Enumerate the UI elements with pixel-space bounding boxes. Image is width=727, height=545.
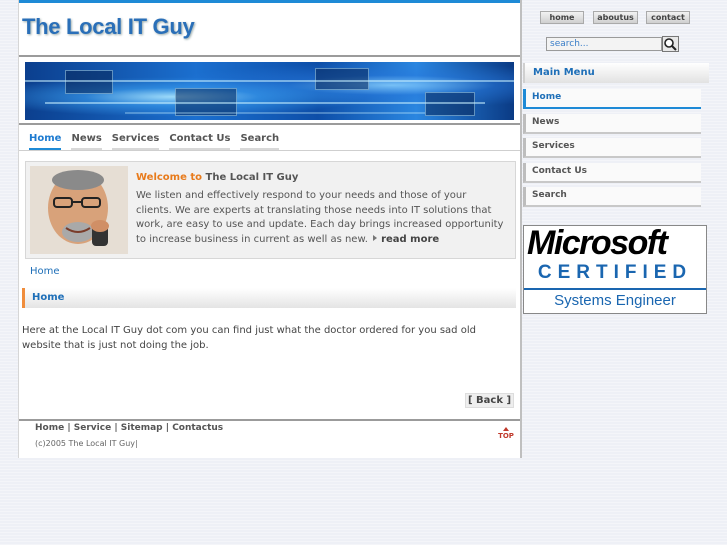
- top-link-home[interactable]: home: [540, 11, 584, 24]
- footer-separator: |: [111, 423, 121, 433]
- badge-systems-engineer: Systems Engineer: [554, 292, 676, 309]
- nav-home[interactable]: Home: [29, 131, 62, 151]
- section-header: Home: [22, 288, 516, 308]
- main-menu-header: Main Menu: [523, 63, 709, 83]
- sidebar-item-contact-us[interactable]: Contact Us: [523, 163, 701, 183]
- footer-link-sitemap[interactable]: Sitemap: [121, 423, 163, 433]
- top-accent-bar: [19, 0, 520, 3]
- welcome-prefix: Welcome to: [136, 172, 203, 183]
- top-navigation: Home News Services Contact Us Search: [29, 131, 289, 151]
- portrait-illustration: [30, 166, 128, 254]
- badge-certified-word: CERTIFIED: [537, 262, 693, 283]
- badge-microsoft-word: Microsoft: [527, 225, 668, 262]
- sidebar-item-label: Search: [532, 190, 567, 200]
- sidebar-item-label: Home: [532, 92, 562, 102]
- section-body-text: Here at the Local IT Guy dot com you can…: [22, 325, 476, 351]
- arrow-up-icon: [503, 427, 509, 431]
- footer-separator: |: [64, 423, 74, 433]
- microsoft-certified-badge: Microsoft CERTIFIED Systems Engineer: [523, 225, 707, 314]
- sidebar-item-search[interactable]: Search: [523, 187, 701, 207]
- footer-divider: [19, 419, 520, 421]
- it-guy-photo: [30, 166, 128, 254]
- welcome-box: Welcome to The Local IT Guy We listen an…: [25, 161, 516, 259]
- footer-link-contactus[interactable]: Contactus: [172, 423, 223, 433]
- footer-link-service[interactable]: Service: [74, 423, 111, 433]
- sidebar-item-news[interactable]: News: [523, 114, 701, 134]
- nav-search[interactable]: Search: [240, 131, 280, 151]
- nav-services[interactable]: Services: [111, 131, 160, 151]
- banner-divider: [19, 123, 520, 125]
- top-link-aboutus[interactable]: aboutus: [593, 11, 638, 24]
- footer-links: Home | Service | Sitemap | Contactus: [35, 423, 223, 433]
- welcome-text: We listen and effectively respond to you…: [136, 189, 504, 247]
- breadcrumb[interactable]: Home: [30, 266, 60, 277]
- sidebar-item-label: News: [532, 117, 560, 127]
- search-input[interactable]: [546, 37, 662, 51]
- footer-separator: |: [162, 423, 173, 433]
- main-content-column: The Local IT Guy Home News Services Cont…: [18, 0, 522, 458]
- sidebar-item-home[interactable]: Home: [523, 89, 701, 109]
- circuit-board-banner: [25, 62, 514, 120]
- banner-trace: [125, 112, 425, 114]
- footer-link-home[interactable]: Home: [35, 423, 64, 433]
- banner-trace: [25, 80, 514, 82]
- search-button[interactable]: [662, 36, 679, 52]
- nav-news[interactable]: News: [71, 131, 102, 151]
- read-more-label: read more: [381, 233, 440, 245]
- welcome-paragraph: We listen and effectively respond to you…: [136, 190, 504, 245]
- sidebar-item-label: Services: [532, 141, 575, 151]
- top-link-contact[interactable]: contact: [646, 11, 690, 24]
- nav-divider: [19, 150, 520, 151]
- banner-chip: [315, 68, 369, 90]
- back-to-top-button[interactable]: TOP: [495, 427, 517, 440]
- welcome-site-name: The Local IT Guy: [205, 172, 299, 183]
- sidebar-item-services[interactable]: Services: [523, 138, 701, 158]
- banner-trace: [45, 102, 485, 104]
- badge-divider: [524, 288, 706, 290]
- header-divider: [19, 55, 520, 57]
- nav-contact-us[interactable]: Contact Us: [169, 131, 231, 151]
- banner-chip: [65, 70, 113, 94]
- section-title: Home: [32, 292, 65, 303]
- copyright-text: (c)2005 The Local IT Guy|: [35, 439, 138, 448]
- sidebar-item-label: Contact Us: [532, 166, 588, 176]
- search-magnifier-icon: [662, 36, 679, 52]
- welcome-heading: Welcome to The Local IT Guy: [136, 172, 298, 183]
- top-label: TOP: [498, 432, 514, 440]
- arrow-right-icon: [373, 234, 378, 241]
- read-more-link[interactable]: read more: [371, 234, 439, 245]
- banner-chip: [425, 92, 475, 116]
- back-button[interactable]: [ Back ]: [465, 393, 515, 408]
- site-title[interactable]: The Local IT Guy: [22, 14, 195, 40]
- main-menu-title: Main Menu: [533, 67, 595, 78]
